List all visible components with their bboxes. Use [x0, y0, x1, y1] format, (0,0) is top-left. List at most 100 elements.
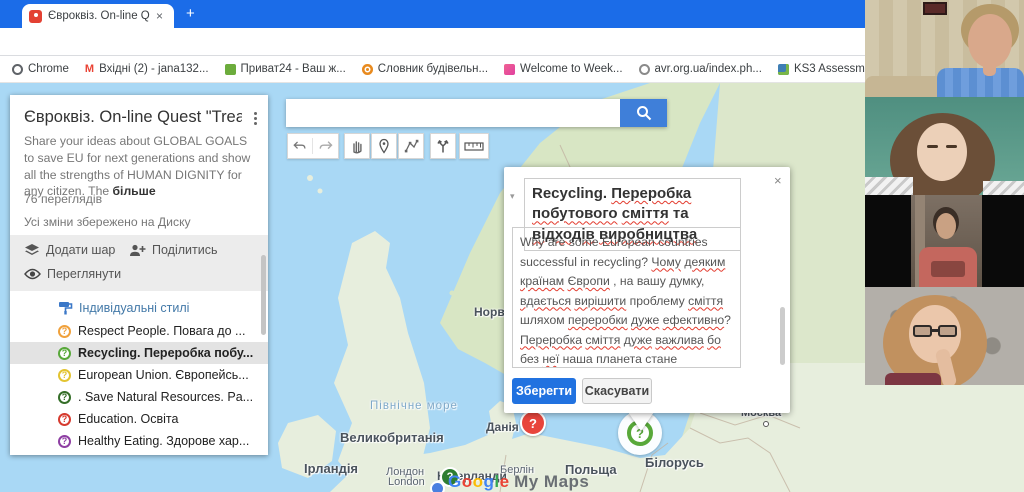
- picture-frame: [923, 2, 947, 15]
- panel-menu-icon[interactable]: [254, 112, 257, 115]
- eye-icon: [24, 268, 41, 280]
- video-feed-1[interactable]: [865, 0, 1024, 97]
- map-description: Share your ideas about GLOBAL GOALS to s…: [24, 133, 254, 200]
- google-logo: Google: [448, 472, 510, 491]
- individual-styles-link[interactable]: Індивідуальні стилі: [58, 300, 189, 315]
- browser-tab[interactable]: Євроквіз. On-line Quest "Treasu ×: [22, 4, 174, 28]
- layer-item-healthy-eating[interactable]: ? Healthy Eating. Здорове хар...: [10, 430, 268, 452]
- bookmark-avr[interactable]: avr.org.ua/index.ph...: [639, 63, 762, 75]
- more-link[interactable]: більше: [113, 184, 156, 198]
- browser-toolbar: google.com/maps/d/u/2/edit?mid=17VCu00Iz…: [0, 28, 865, 56]
- views-count: 76 переглядів: [24, 192, 102, 206]
- bookmark-privat24[interactable]: Приват24 - Ваш ж...: [225, 63, 346, 75]
- search-icon: [636, 105, 652, 121]
- undo-icon[interactable]: [291, 138, 313, 154]
- participant-2-shirt: [983, 181, 1024, 195]
- layer-question-icon: ?: [58, 391, 71, 404]
- glasses-right-lens: [938, 325, 957, 337]
- map-search-box: [286, 99, 667, 127]
- cancel-button[interactable]: Скасувати: [582, 378, 652, 404]
- hand-icon: [350, 138, 365, 154]
- redo-icon[interactable]: [313, 138, 335, 154]
- paint-roller-icon: [58, 300, 73, 315]
- bookmarks-bar: Chrome MВхідні (2) - jana132... Приват24…: [0, 56, 865, 83]
- layer-item-respect-people[interactable]: ? Respect People. Повага до ...: [10, 320, 268, 342]
- moscow-dot: [763, 421, 769, 427]
- avr-icon: [639, 64, 650, 75]
- bookmark-welcome[interactable]: Welcome to Week...: [504, 63, 622, 75]
- screen: { "browser": { "tab_title": "Євроквіз. O…: [0, 0, 1024, 492]
- add-marker-tool-button[interactable]: [371, 133, 397, 159]
- preview-button[interactable]: Переглянути: [24, 267, 121, 281]
- glasses-left-lens: [913, 325, 932, 337]
- dictionary-icon: [362, 64, 373, 75]
- add-person-icon: [128, 244, 146, 257]
- bookmark-gmail[interactable]: MВхідні (2) - jana132...: [85, 63, 209, 75]
- polyline-icon: [403, 138, 419, 154]
- popup-tail: [628, 412, 654, 431]
- layer-item-save-natural-resources[interactable]: ? . Save Natural Resources. Pa...: [10, 386, 268, 408]
- layer-item-european-union[interactable]: ? European Union. Європейсь...: [10, 364, 268, 386]
- chrome-icon: [12, 64, 23, 75]
- layer-question-icon: ?: [58, 413, 71, 426]
- marker-pin-icon: [377, 138, 391, 154]
- bookmark-chrome[interactable]: Chrome: [12, 63, 69, 75]
- draw-line-tool-button[interactable]: [398, 133, 424, 159]
- share-button[interactable]: Поділитись: [128, 243, 217, 257]
- layer-item-education[interactable]: ? Education. Освіта: [10, 408, 268, 430]
- bookmark-dictionary[interactable]: Словник будівельн...: [362, 63, 488, 75]
- popup-scrollbar[interactable]: [780, 307, 785, 365]
- map-label-denmark: Данія: [486, 420, 519, 434]
- hoodie-graphic: [931, 261, 965, 277]
- participant-1-shirt: [937, 68, 1024, 97]
- mymaps-favicon-icon: [29, 10, 42, 23]
- panel-scrollbar[interactable]: [261, 255, 266, 335]
- participant-2-shirt: [865, 177, 913, 195]
- map-label-ireland: Ірландія: [304, 461, 358, 476]
- participant-3-room: [911, 195, 982, 287]
- welcome-icon: [504, 64, 515, 75]
- search-button[interactable]: [620, 99, 667, 127]
- map-label-belarus: Білорусь: [645, 455, 704, 470]
- marker-description-textarea[interactable]: Why are some European countries successf…: [512, 227, 741, 368]
- ruler-icon: [464, 139, 484, 153]
- video-feed-4[interactable]: [865, 287, 1024, 385]
- tab-close-icon[interactable]: ×: [156, 10, 163, 22]
- layer-item-recycling[interactable]: ? Recycling. Переробка побу...: [10, 342, 268, 364]
- video-feed-2[interactable]: [865, 97, 1024, 195]
- map-marker-denmark-question[interactable]: ?: [520, 410, 546, 436]
- layers-icon: [24, 243, 40, 257]
- map-marker-blue[interactable]: [430, 481, 445, 492]
- map-label-great-britain: Великобританія: [340, 430, 444, 445]
- close-icon[interactable]: ×: [774, 173, 782, 188]
- ks3-icon: [778, 64, 789, 75]
- participant-3-face: [936, 213, 956, 239]
- participant-2-face: [917, 123, 967, 181]
- map-label-north-sea: Північне море: [370, 400, 458, 412]
- tab-title: Євроквіз. On-line Quest "Treasu: [48, 10, 150, 22]
- map-label-london-en: London: [388, 476, 425, 488]
- participant-2-eye: [946, 145, 957, 148]
- title-dropdown-icon[interactable]: ▾: [510, 191, 515, 202]
- video-feed-3[interactable]: [865, 195, 1024, 287]
- directions-tool-button[interactable]: [430, 133, 456, 159]
- marker-edit-popup: × ▾ Recycling. Переробка побутового сміт…: [504, 167, 790, 413]
- participant-1-hand: [983, 52, 996, 76]
- map-search-input[interactable]: [286, 99, 620, 127]
- pan-tool-button[interactable]: [344, 133, 370, 159]
- layer-question-icon: ?: [58, 325, 71, 338]
- directions-y-icon: [436, 138, 450, 154]
- add-layer-button[interactable]: Додати шар: [24, 243, 115, 257]
- privat24-icon: [225, 64, 236, 75]
- save-button[interactable]: Зберегти: [512, 378, 576, 404]
- map-title[interactable]: Євроквіз. On-line Quest "Treasur...: [24, 108, 242, 127]
- measure-tool-button[interactable]: [459, 133, 489, 159]
- participant-4-shirt: [885, 373, 941, 385]
- new-tab-button[interactable]: +: [186, 5, 195, 22]
- saved-status: Усі зміни збережено на Диску: [24, 215, 191, 229]
- undo-redo-group: [287, 133, 339, 159]
- layer-question-icon: ?: [58, 369, 71, 382]
- glasses-bridge: [931, 329, 939, 332]
- mymaps-label: My Maps: [514, 472, 589, 491]
- google-mymaps-watermark: Google My Maps: [448, 472, 589, 492]
